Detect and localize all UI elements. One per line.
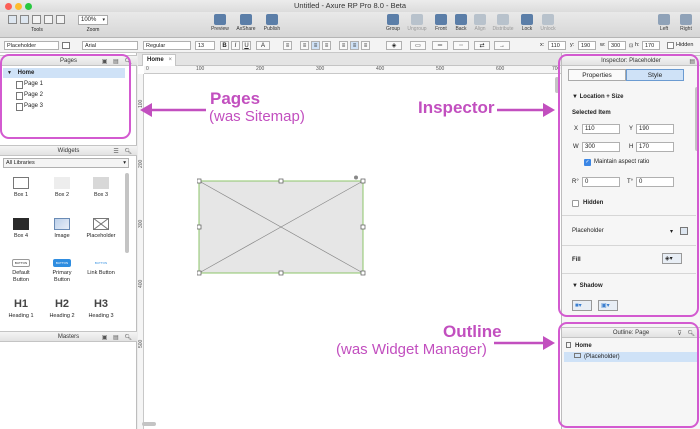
pages-callout-title: Pages [210,89,261,108]
inspector-arrow-head [543,103,555,117]
outline-callout-subtitle: (was Widget Manager) [336,341,487,358]
outline-callout-title: Outline [443,322,502,341]
app-window: Untitled - Axure RP Pro 8.0 - Beta Tools… [0,0,700,429]
pages-arrow-head [140,103,152,117]
outline-arrow-head [543,336,555,350]
inspector-callout-title: Inspector [418,98,495,117]
pages-callout-subtitle: (was Sitemap) [209,108,305,125]
annotation-arrows [140,103,555,350]
